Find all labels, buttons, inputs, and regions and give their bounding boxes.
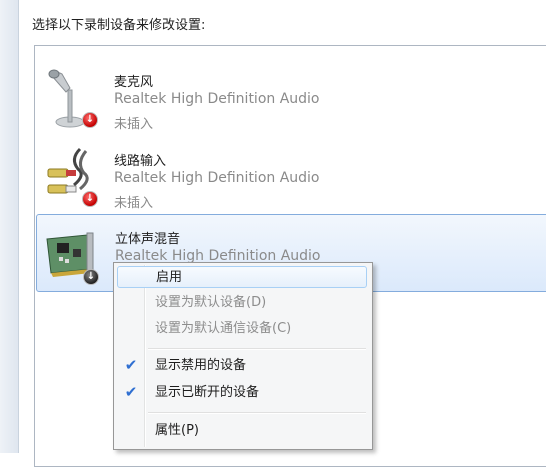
not-plugged-in-icon: ↓	[82, 191, 98, 207]
menu-item-set-default-communication-device[interactable]: 设置为默认通信设备(C)	[117, 318, 367, 340]
menu-item-properties[interactable]: 属性(P)	[117, 420, 367, 442]
menu-item-set-default-device[interactable]: 设置为默认设备(D)	[117, 292, 367, 314]
instruction-text: 选择以下录制设备来修改设置:	[32, 18, 206, 33]
menu-separator	[148, 348, 366, 350]
window-left-edge	[0, 0, 19, 453]
menu-item-show-disconnected-devices[interactable]: ✔ 显示已断开的设备	[117, 382, 367, 404]
device-name: 立体声混音	[115, 232, 181, 247]
not-plugged-in-icon: ↓	[82, 112, 98, 128]
device-driver: Realtek High Definition Audio	[114, 170, 320, 186]
device-driver: Realtek High Definition Audio	[114, 91, 320, 107]
device-status: 未插入	[114, 117, 154, 132]
device-name: 线路输入	[114, 154, 167, 169]
context-menu: 启用 设置为默认设备(D) 设置为默认通信设备(C) ✔ 显示禁用的设备 ✔ 显…	[113, 262, 373, 450]
disabled-device-icon: ↓	[83, 269, 99, 285]
menu-item-show-disabled-devices[interactable]: ✔ 显示禁用的设备	[117, 355, 367, 377]
device-status: 未插入	[114, 196, 154, 211]
device-name: 麦克风	[114, 75, 154, 90]
checkmark-icon: ✔	[124, 383, 138, 401]
checkmark-icon: ✔	[124, 356, 138, 374]
menu-item-enable[interactable]: 启用	[117, 266, 367, 288]
menu-separator	[148, 412, 366, 414]
device-item-microphone[interactable]: ↓ 麦克风 Realtek High Definition Audio 未插入	[36, 58, 546, 136]
device-item-line-in[interactable]: ↓ 线路输入 Realtek High Definition Audio 未插入	[36, 137, 546, 215]
